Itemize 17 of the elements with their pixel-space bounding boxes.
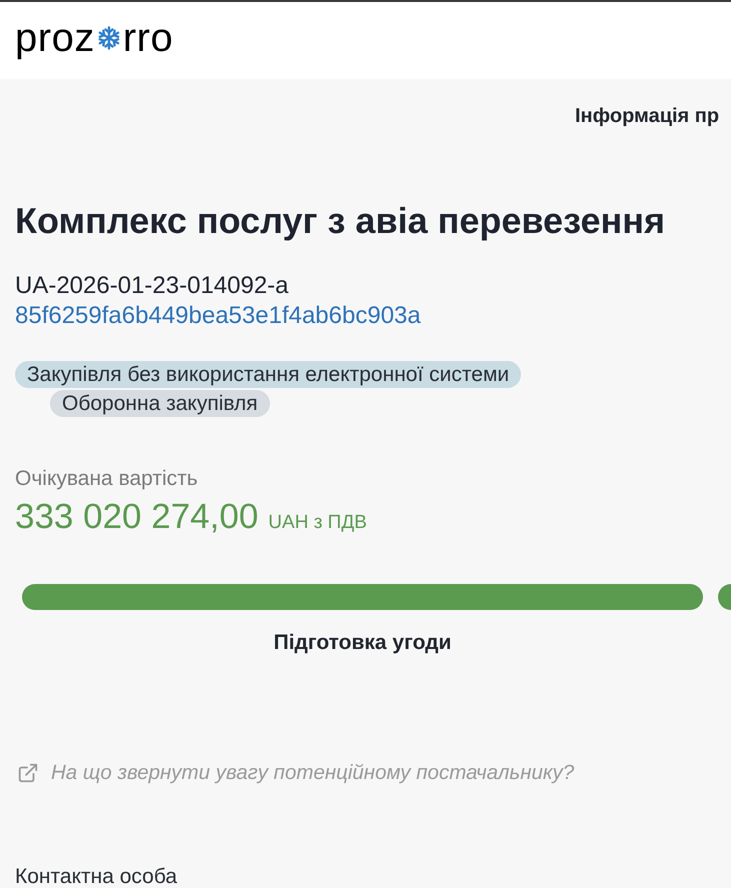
procurement-tag: Оборонна закупівля xyxy=(50,390,270,417)
procurement-tag: Закупівля без використання електронної системи xyxy=(15,361,522,388)
hint-link-text: На що звернути увагу потенційному постачальнику? xyxy=(51,760,574,786)
expected-value-amount: 333 020 274,00 xyxy=(15,496,258,538)
nav-tab[interactable]: Інформація пр xyxy=(575,105,720,127)
tender-id: UA-2026-01-23-014092-a xyxy=(15,272,290,300)
section-heading: Контактна особа xyxy=(15,865,178,888)
external-link-icon xyxy=(17,762,39,784)
prozorro-logo[interactable]: proz rro xyxy=(15,18,174,58)
expected-value-label: Очікувана вартість xyxy=(15,467,199,491)
tender-hash-link[interactable]: 85f6259fa6b449bea53e1f4ab6bc903a xyxy=(15,302,421,330)
page-title: Комплекс послуг з авіа перевезення xyxy=(15,201,666,241)
currency-label: UAH з ПДВ xyxy=(268,511,367,535)
stage-label: Підготовка угоди xyxy=(274,630,452,656)
snowflake-icon xyxy=(96,26,121,50)
logo-text: rro xyxy=(122,18,174,58)
logo-text: proz xyxy=(15,18,95,58)
